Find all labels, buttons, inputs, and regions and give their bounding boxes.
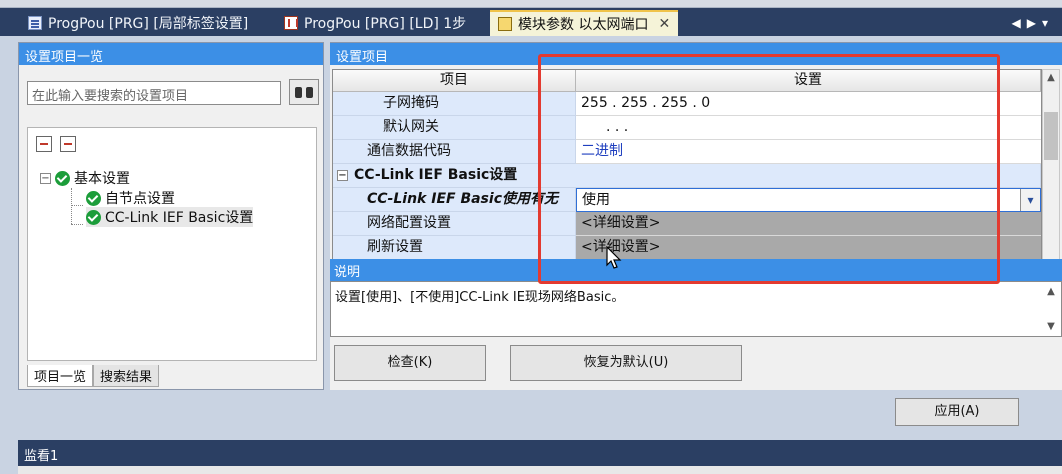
settings-list-title: 设置项目一览 bbox=[19, 43, 323, 65]
column-header-item: 项目 bbox=[333, 70, 576, 92]
table-row[interactable]: 刷新设置 <详细设置> bbox=[333, 236, 1041, 260]
left-bottom-tabs: 项目一览 搜索结果 bbox=[27, 365, 160, 387]
tab-item-list[interactable]: 项目一览 bbox=[27, 365, 94, 387]
document-tab-bar: ProgPou [PRG] [局部标签设置] ProgPou [PRG] [LD… bbox=[0, 8, 1062, 36]
tree-connector bbox=[71, 188, 72, 224]
description-scrollbar[interactable]: ▲ ▼ bbox=[1043, 282, 1059, 336]
check-circle-icon bbox=[55, 170, 70, 186]
row-label: 网络配置设置 bbox=[333, 212, 576, 236]
scroll-thumb[interactable] bbox=[1044, 112, 1058, 160]
row-value[interactable]: . . . bbox=[576, 116, 1041, 140]
settings-list-panel: 设置项目一览 在此输入要搜索的设置项目 − 基本设置 自节点设置 CC-Link… bbox=[18, 42, 324, 390]
restore-default-button[interactable]: 恢复为默认(U) bbox=[510, 345, 742, 381]
collapse-icon[interactable]: − bbox=[40, 172, 51, 184]
check-circle-icon bbox=[86, 190, 101, 206]
settings-items-panel: 设置项目 项目 设置 子网掩码 255 . 255 . 255 . 0 默认网关… bbox=[330, 42, 1062, 390]
scroll-up-icon[interactable]: ▲ bbox=[1045, 72, 1057, 83]
close-icon[interactable]: ✕ bbox=[658, 16, 670, 32]
tree-toolbar bbox=[36, 136, 76, 152]
watch-window-body bbox=[18, 466, 1062, 474]
tab-local-labels[interactable]: ProgPou [PRG] [局部标签设置] bbox=[20, 10, 256, 36]
module-icon bbox=[498, 17, 512, 31]
scroll-up-icon[interactable]: ▲ bbox=[1045, 286, 1057, 297]
grid-scrollbar[interactable]: ▲ ▼ bbox=[1042, 69, 1060, 291]
settings-items-title: 设置项目 bbox=[330, 43, 1062, 65]
search-button[interactable] bbox=[289, 79, 319, 105]
table-row[interactable]: 通信数据代码 二进制 bbox=[333, 140, 1041, 164]
check-button[interactable]: 检查(K) bbox=[334, 345, 486, 381]
row-label: 通信数据代码 bbox=[333, 140, 576, 164]
table-row[interactable]: CC-Link IEF Basic使用有无 使用 ▾ bbox=[333, 188, 1041, 212]
description-title: 说明 bbox=[330, 259, 1062, 281]
row-value[interactable]: <详细设置> bbox=[576, 236, 1041, 260]
program-icon bbox=[28, 16, 42, 30]
tree-connector bbox=[71, 205, 83, 206]
group-row: − CC-Link IEF Basic设置 bbox=[333, 164, 1041, 188]
binoculars-icon bbox=[295, 85, 313, 99]
table-row[interactable]: 子网掩码 255 . 255 . 255 . 0 bbox=[333, 92, 1041, 116]
tab-scroll-arrows[interactable]: ◀▶▾ bbox=[1012, 16, 1054, 30]
row-value[interactable]: 255 . 255 . 255 . 0 bbox=[576, 92, 1041, 116]
row-label: CC-Link IEF Basic使用有无 bbox=[333, 188, 576, 212]
table-row-group[interactable]: − CC-Link IEF Basic设置 bbox=[333, 164, 1041, 188]
tree-item-basic-settings[interactable]: − 基本设置 bbox=[40, 168, 130, 188]
watch-window-title: 监看1 bbox=[18, 440, 1062, 468]
check-circle-icon bbox=[86, 209, 101, 225]
row-value[interactable]: 二进制 bbox=[576, 140, 1041, 164]
expand-all-icon[interactable] bbox=[36, 136, 52, 152]
usage-select[interactable]: 使用 ▾ bbox=[576, 188, 1041, 212]
table-row[interactable]: 默认网关 . . . bbox=[333, 116, 1041, 140]
toolbar-strip bbox=[0, 0, 1062, 8]
tree-connector bbox=[71, 224, 83, 225]
row-value[interactable]: <详细设置> bbox=[576, 212, 1041, 236]
row-label: 刷新设置 bbox=[333, 236, 576, 260]
description-box: 设置[使用]、[不使用]CC-Link IE现场网络Basic。 ▲ ▼ bbox=[330, 281, 1062, 337]
collapse-all-icon[interactable] bbox=[60, 136, 76, 152]
settings-tree: − 基本设置 自节点设置 CC-Link IEF Basic设置 bbox=[27, 127, 317, 361]
settings-grid: 项目 设置 子网掩码 255 . 255 . 255 . 0 默认网关 . . … bbox=[332, 69, 1042, 291]
tree-item-own-node[interactable]: 自节点设置 bbox=[86, 188, 175, 208]
chevron-down-icon[interactable]: ▾ bbox=[1020, 189, 1040, 211]
row-label: 默认网关 bbox=[333, 116, 576, 140]
tree-item-cclink-ief-basic[interactable]: CC-Link IEF Basic设置 bbox=[86, 207, 254, 227]
scroll-down-icon[interactable]: ▼ bbox=[1045, 321, 1057, 332]
search-input[interactable]: 在此输入要搜索的设置项目 bbox=[27, 81, 281, 105]
ladder-icon bbox=[284, 16, 298, 30]
tab-module-parameter[interactable]: 模块参数 以太网端口 ✕ bbox=[490, 10, 679, 36]
tab-ladder[interactable]: ProgPou [PRG] [LD] 1步 bbox=[276, 10, 474, 36]
table-row[interactable]: 网络配置设置 <详细设置> bbox=[333, 212, 1041, 236]
collapse-icon[interactable]: − bbox=[337, 170, 348, 181]
column-header-setting: 设置 bbox=[576, 70, 1041, 92]
tab-search-results[interactable]: 搜索结果 bbox=[93, 365, 160, 387]
row-label: 子网掩码 bbox=[333, 92, 576, 116]
apply-button[interactable]: 应用(A) bbox=[895, 398, 1019, 426]
